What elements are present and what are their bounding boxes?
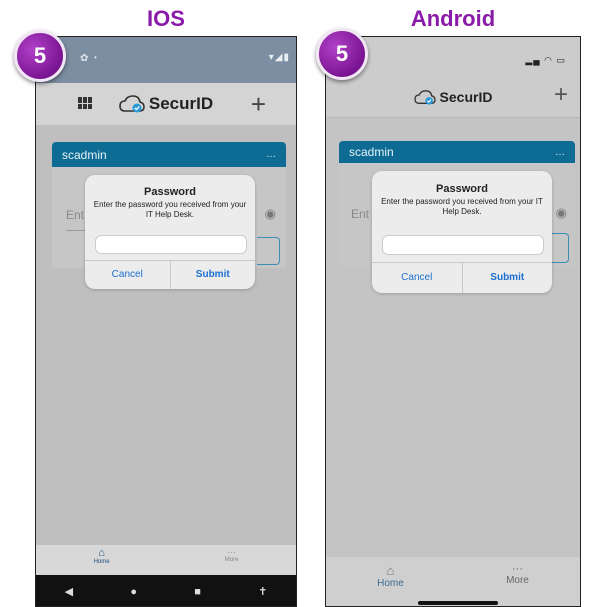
cloud-check-icon bbox=[413, 89, 436, 105]
nav-more[interactable]: ··· More bbox=[506, 563, 529, 606]
settings-icon: ✿ bbox=[80, 53, 89, 64]
securid-logo: SecurID bbox=[119, 94, 213, 114]
nav-more-label: More bbox=[224, 557, 239, 563]
home-indicator bbox=[418, 601, 498, 605]
dialog-title: Password bbox=[436, 183, 488, 195]
card-header: scadmin … bbox=[52, 142, 286, 167]
cancel-button[interactable]: Cancel bbox=[85, 261, 170, 289]
home-icon: ⌂ bbox=[98, 547, 105, 559]
eye-icon[interactable]: ◉ bbox=[556, 205, 567, 221]
ios-heading: IOS bbox=[147, 6, 185, 31]
home-button-icon[interactable]: ● bbox=[130, 586, 137, 598]
card-button-outline[interactable] bbox=[257, 237, 280, 265]
nav-home[interactable]: ⌂ Home bbox=[94, 547, 110, 575]
add-icon[interactable]: + bbox=[251, 89, 266, 120]
app-bar: SecurID + bbox=[326, 77, 580, 118]
entry-field-partial: Ent bbox=[351, 207, 370, 221]
status-bar: ✿ • ▾◢▮ bbox=[36, 37, 296, 83]
bottom-nav: ⌂ Home ··· More bbox=[36, 545, 296, 575]
app-title: SecurID bbox=[148, 94, 214, 113]
submit-button[interactable]: Submit bbox=[461, 263, 553, 293]
submit-button[interactable]: Submit bbox=[169, 261, 256, 289]
android-phone-screen: 4 ▂▄ ◠ ▭ SecurID + scadmin … Ent ◉ Passw… bbox=[325, 36, 581, 607]
nav-more[interactable]: ··· More bbox=[225, 547, 239, 575]
ios-phone-screen: ✿ • ▾◢▮ SecurID + scadmin … Ent ◉ Passwo… bbox=[35, 36, 297, 607]
back-icon[interactable]: ◀ bbox=[65, 585, 73, 598]
signal-icon: ▾◢▮ bbox=[268, 52, 290, 63]
home-icon: ⌂ bbox=[386, 563, 395, 578]
password-dialog: Password Enter the password you received… bbox=[85, 175, 255, 289]
entry-underline bbox=[66, 230, 86, 231]
step-badge-android: 5 bbox=[316, 28, 368, 80]
account-name: scadmin bbox=[62, 147, 107, 162]
dialog-title: Password bbox=[144, 186, 196, 198]
card-header: scadmin … bbox=[339, 141, 575, 163]
eye-icon[interactable]: ◉ bbox=[265, 206, 276, 222]
password-input[interactable] bbox=[382, 235, 544, 255]
dialog-buttons: Cancel Submit bbox=[85, 260, 255, 289]
nav-home[interactable]: ⌂ Home bbox=[377, 563, 404, 606]
card-menu-icon[interactable]: … bbox=[555, 147, 565, 158]
securid-logo: SecurID bbox=[413, 89, 493, 105]
dialog-buttons: Cancel Submit bbox=[372, 262, 552, 293]
signal-wifi-battery-icon: ▂▄ ◠ ▭ bbox=[525, 55, 566, 65]
cloud-check-icon bbox=[119, 95, 145, 113]
password-dialog: Password Enter the password you received… bbox=[372, 171, 552, 293]
cancel-button[interactable]: Cancel bbox=[372, 263, 462, 293]
app-title: SecurID bbox=[439, 89, 493, 105]
step-badge-ios: 5 bbox=[14, 30, 66, 82]
app-bar: SecurID + bbox=[36, 83, 296, 125]
nav-more-label: More bbox=[506, 575, 529, 586]
status-dot-icon: • bbox=[94, 53, 97, 62]
password-input[interactable] bbox=[95, 235, 247, 254]
system-nav-bar: ◀ ● ■ ✝ bbox=[36, 575, 296, 606]
nav-home-label: Home bbox=[93, 559, 110, 565]
more-icon: ··· bbox=[227, 547, 237, 557]
grid-icon[interactable] bbox=[78, 97, 92, 109]
dialog-message: Enter the password you received from you… bbox=[381, 197, 543, 216]
entry-field-partial: Ent bbox=[66, 208, 85, 222]
dialog-message: Enter the password you received from you… bbox=[93, 200, 247, 219]
add-icon[interactable]: + bbox=[554, 81, 568, 109]
bottom-nav: ⌂ Home ··· More bbox=[326, 557, 580, 606]
android-heading: Android bbox=[410, 6, 496, 31]
accessibility-icon[interactable]: ✝ bbox=[258, 585, 267, 598]
card-menu-icon[interactable]: … bbox=[266, 149, 276, 160]
account-name: scadmin bbox=[349, 145, 394, 159]
more-icon: ··· bbox=[511, 563, 523, 575]
recents-icon[interactable]: ■ bbox=[194, 586, 201, 598]
nav-home-label: Home bbox=[377, 578, 404, 589]
